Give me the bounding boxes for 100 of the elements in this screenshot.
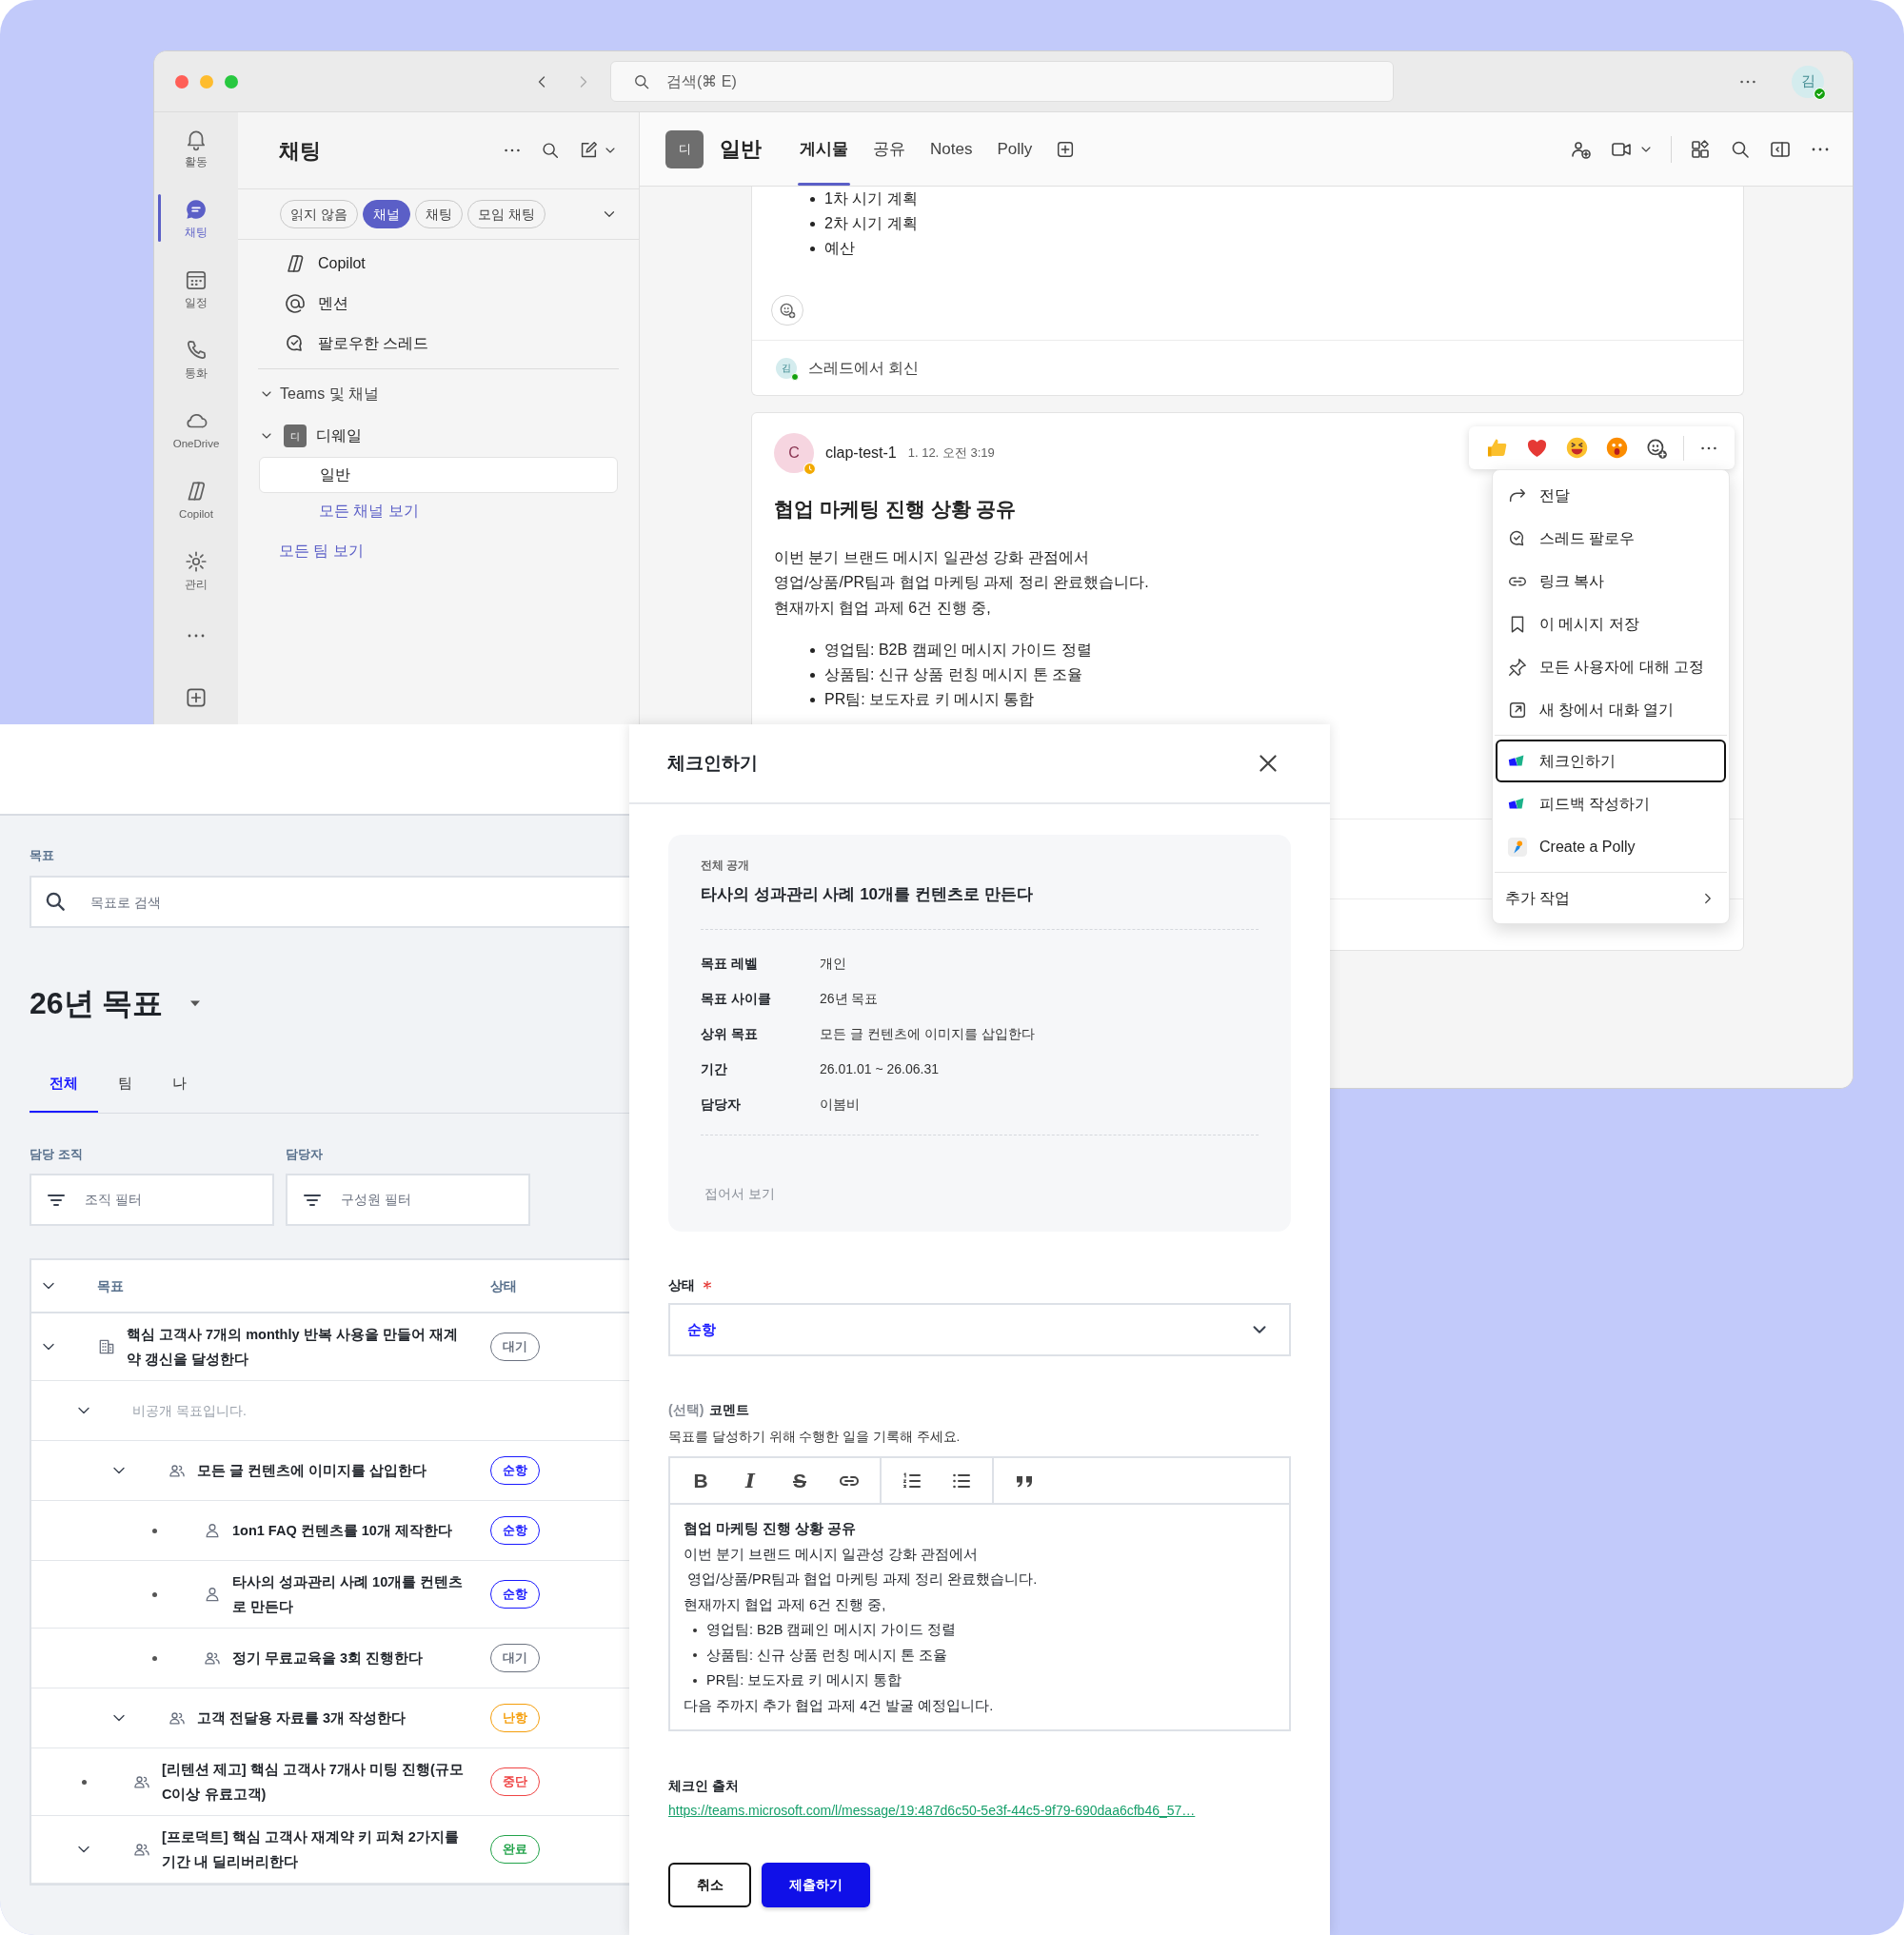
field-label: 목표 [30, 848, 55, 863]
field-label: 담당 조직 [30, 1147, 84, 1162]
search-field[interactable]: 검색(⌘ E) [610, 61, 1394, 102]
goal-title[interactable]: 타사의 성과관리 사례 10개를 컨텐츠로 만든다 [232, 1570, 490, 1619]
field-hint: 목표를 달성하기 위해 수행한 일을 기록해 주세요. [668, 1429, 962, 1446]
at-sign-icon [284, 292, 307, 315]
bullet-icon [151, 1528, 157, 1533]
laughing-emoji-icon[interactable] [1564, 435, 1590, 461]
nav-item[interactable]: 팔로우한 스레드 [318, 332, 429, 355]
add-reaction-icon [778, 301, 797, 320]
pin-icon [1507, 656, 1528, 678]
column-header: 목표 [97, 1276, 124, 1295]
detail-value: 모든 글 컨텐츠에 이미지를 삽입한다 [820, 1025, 1035, 1043]
bullet-icon [151, 1591, 157, 1597]
strikethrough-button[interactable]: S [775, 1458, 824, 1504]
menu-item[interactable]: 스레드 팔로우 [1496, 517, 1726, 560]
bold-button[interactable]: B [676, 1458, 725, 1504]
detail-value: 이봄비 [820, 1096, 860, 1114]
tab[interactable]: 나 [152, 1056, 207, 1113]
goal-title[interactable]: 1on1 FAQ 컨텐츠를 10개 제작한다 [232, 1518, 473, 1543]
message-time: 1. 12. 오전 3:19 [907, 444, 995, 463]
chat-icon [184, 197, 208, 222]
team-avatar: 디 [284, 425, 307, 447]
list-item: 1차 시기 계획 [824, 189, 918, 208]
submit-button[interactable]: 제출하기 [762, 1863, 870, 1908]
goal-title[interactable]: [리텐션 제고] 핵심 고객사 7개사 미팅 진행(규모 C이상 유료고객) [162, 1757, 490, 1807]
goal-title[interactable]: 핵심 고객사 7개의 monthly 반복 사용을 만들어 재계약 갱신을 달성한다 [127, 1322, 490, 1372]
rail-item[interactable]: 채팅 [185, 226, 208, 239]
menu-item[interactable]: 피드백 작성하기 [1496, 782, 1726, 825]
goal-title[interactable]: [프로덕트] 핵심 고객사 재계약 키 피쳐 2가지를 기간 내 딜리버리한다 [162, 1825, 490, 1874]
presence-icon [791, 372, 799, 381]
filter-chip[interactable]: 읽지 않음 [280, 200, 358, 228]
filter-dropdown[interactable]: 구성원 필터 [286, 1174, 530, 1226]
add-reaction-button[interactable] [771, 295, 803, 326]
channel-item[interactable]: 일반 [259, 457, 618, 493]
list-item: 영업팀: B2B 캠페인 메시지 가이드 정렬 [824, 641, 1092, 660]
menu-item[interactable]: 전달 [1496, 474, 1726, 517]
nav-item[interactable]: Copilot [318, 252, 366, 275]
see-all-teams-link[interactable]: 모든 팀 보기 [279, 540, 364, 563]
filter-dropdown[interactable]: 조직 필터 [30, 1174, 274, 1226]
optional-tag: (선택) [668, 1400, 704, 1419]
search-field[interactable]: 목표로 검색 [30, 876, 629, 928]
menu-item[interactable]: 체크인하기 [1496, 740, 1726, 782]
author-avatar: C [774, 433, 814, 473]
reply-link[interactable]: 스레드에서 회신 [808, 356, 920, 380]
rail-item[interactable]: 일정 [185, 296, 208, 309]
rail-item[interactable]: 통화 [185, 366, 208, 380]
channel-tab[interactable]: 공유 [871, 112, 907, 186]
goal-title: 타사의 성과관리 사례 10개를 컨텐츠로 만든다 [701, 884, 1034, 905]
goal-title: 비공개 목표입니다. [132, 1402, 247, 1420]
bullet-icon [81, 1779, 87, 1785]
gear-icon [184, 549, 208, 574]
filter-chip[interactable]: 채팅 [414, 200, 463, 228]
close-window-button[interactable] [175, 74, 188, 89]
team-name[interactable]: 디웨일 [316, 425, 362, 447]
filter-chip[interactable]: 모임 채팅 [466, 200, 545, 228]
nav-item[interactable]: 멘션 [318, 292, 348, 315]
goal-title[interactable]: 모든 글 컨텐츠에 이미지를 삽입한다 [197, 1458, 448, 1483]
detail-label: 기간 [701, 1060, 728, 1078]
detail-value: 26년 목표 [820, 990, 879, 1008]
cancel-button[interactable]: 취소 [668, 1863, 751, 1908]
rail-item[interactable]: 관리 [185, 578, 208, 591]
menu-item[interactable]: 새 창에서 대화 열기 [1496, 688, 1726, 731]
rail-item[interactable]: Copilot [179, 507, 213, 521]
menu-item[interactable]: 링크 복사 [1496, 560, 1726, 602]
presence-icon [1814, 87, 1826, 100]
channel-tab[interactable]: 게시물 [798, 112, 850, 186]
bullet-icon [151, 1655, 157, 1661]
channel-tab[interactable]: Polly [995, 112, 1035, 186]
menu-item[interactable]: Create a Polly [1496, 825, 1726, 868]
section-header[interactable]: Teams 및 채널 [280, 383, 379, 405]
comment-field[interactable]: 협업 마케팅 진행 상황 공유 이번 분기 브랜드 메시지 일관성 강화 관점에서 영업/상품/PR팀과 협업 마케팅 과제 정리 완료했습니다. 현재까지 협업 과제 6건 진행 중, 영업팀: B2B 캠페인 메시지 가이드 정렬 상품팀: 신규 상품 런칭 메시지 톤 조율 PR팀: 보도자료 키 메시지 통합 다음 주까지 추가 협업 과제 4건 발굴 예정입니다. [670, 1505, 1289, 1730]
apps-icon[interactable] [1689, 137, 1712, 161]
surprised-emoji-icon[interactable] [1604, 435, 1630, 461]
menu-item[interactable]: 모든 사용자에 대해 고정 [1496, 645, 1726, 688]
bullet-icon [810, 196, 815, 202]
dialog-title: 체크인하기 [667, 751, 758, 775]
away-status-icon [803, 463, 816, 475]
bullet-icon [810, 697, 815, 702]
bullet-icon [810, 246, 815, 251]
italic-button[interactable]: I [725, 1458, 775, 1504]
rail-item[interactable]: 활동 [185, 155, 208, 168]
visibility-label: 전체 공개 [701, 859, 751, 872]
goal-title[interactable]: 정기 무료교육을 3회 진행한다 [232, 1646, 445, 1670]
tab[interactable]: 전체 [30, 1056, 98, 1113]
field-label: 체크인 출처 [668, 1777, 740, 1796]
filter-chip[interactable]: 채널 [362, 200, 410, 228]
status-dropdown[interactable]: 순항 [668, 1303, 1291, 1356]
column-header: 상태 [490, 1276, 517, 1295]
bullet-icon [810, 221, 815, 227]
channel-tab[interactable]: Notes [928, 112, 975, 186]
menu-item[interactable]: 추가 작업 [1496, 877, 1726, 919]
rail-item[interactable]: OneDrive [172, 437, 220, 450]
search-icon[interactable] [540, 140, 561, 161]
menu-item[interactable]: 이 메시지 저장 [1496, 602, 1726, 645]
detail-value: 개인 [820, 955, 846, 973]
goal-title[interactable]: 고객 전달용 자료를 3개 작성한다 [197, 1706, 427, 1730]
see-all-channels-link[interactable]: 모든 채널 보기 [319, 500, 419, 523]
add-app-icon[interactable] [184, 685, 208, 710]
tab[interactable]: 팀 [98, 1056, 152, 1113]
